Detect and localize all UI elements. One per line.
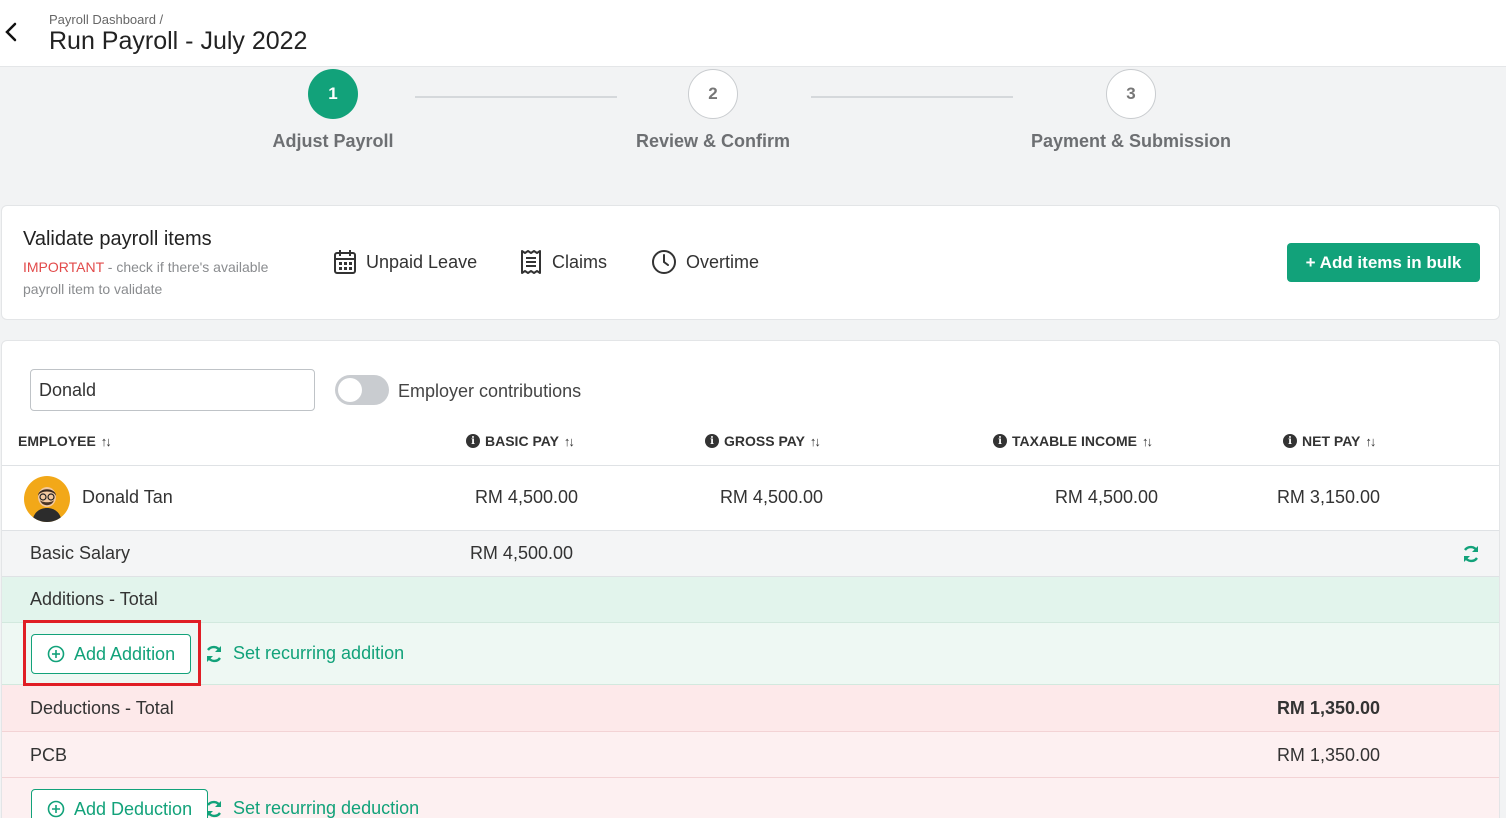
validate-card: Validate payroll items IMPORTANT - check… <box>1 205 1500 320</box>
set-recurring-addition-label: Set recurring addition <box>233 643 405 663</box>
breadcrumb[interactable]: Payroll Dashboard / <box>49 12 163 27</box>
column-employee[interactable]: EMPLOYEE ↑↓ <box>18 433 112 449</box>
receipt-icon <box>521 250 541 274</box>
net-pay-value: RM 3,150.00 <box>1276 487 1380 507</box>
deductions-actions-row: Add Deduction Set recurring deduction <box>2 778 1499 818</box>
taxable-income-value: RM 4,500.00 <box>1054 487 1158 507</box>
column-gross-pay[interactable]: i GROSS PAY ↑↓ <box>705 433 821 449</box>
add-items-bulk-button[interactable]: + Add items in bulk <box>1287 243 1480 282</box>
gross-pay-value: RM 4,500.00 <box>719 487 823 507</box>
step-label: Payment & Submission <box>1030 131 1232 151</box>
deductions-total-row: Deductions - Total RM 1,350.00 <box>2 685 1499 732</box>
important-label: IMPORTANT <box>23 259 104 275</box>
step-number: 2 <box>688 69 738 119</box>
step-label: Review & Confirm <box>635 131 791 151</box>
validate-note: IMPORTANT - check if there's available p… <box>23 256 313 300</box>
sort-icon: ↑↓ <box>1365 433 1376 449</box>
overtime-link[interactable]: Overtime <box>651 249 759 275</box>
employee-search-input[interactable] <box>30 369 315 411</box>
deductions-total-value: RM 1,350.00 <box>1276 698 1380 718</box>
back-arrow-icon[interactable] <box>2 20 22 44</box>
info-icon: i <box>993 434 1007 448</box>
employer-contributions-label: Employer contributions <box>398 381 582 401</box>
calendar-icon <box>334 250 356 274</box>
add-deduction-button[interactable]: Add Deduction <box>31 789 209 818</box>
employee-row[interactable]: Donald Tan RM 4,500.00 RM 4,500.00 RM 4,… <box>2 465 1499 531</box>
validate-title: Validate payroll items <box>23 228 212 250</box>
basic-salary-label: Basic Salary <box>30 543 131 563</box>
column-label: BASIC PAY <box>485 433 559 449</box>
step-payment-submission[interactable]: 3 Payment & Submission <box>981 69 1281 152</box>
basic-salary-row: Basic Salary RM 4,500.00 <box>2 531 1499 577</box>
set-recurring-deduction-label: Set recurring deduction <box>233 798 420 818</box>
unpaid-leave-label: Unpaid Leave <box>366 251 478 272</box>
step-number: 1 <box>308 69 358 119</box>
pcb-value: RM 1,350.00 <box>1276 745 1380 765</box>
additions-actions-row: Add Addition Set recurring addition <box>2 623 1499 685</box>
refresh-icon <box>206 645 222 662</box>
toggle-knob <box>338 378 362 402</box>
column-label: EMPLOYEE <box>18 433 96 449</box>
claims-link[interactable]: Claims <box>519 249 607 275</box>
additions-label: Additions - Total <box>30 589 158 609</box>
sort-icon: ↑↓ <box>563 433 575 449</box>
sort-icon: ↑↓ <box>100 433 112 449</box>
info-icon: i <box>1283 434 1297 448</box>
step-label: Adjust Payroll <box>272 131 394 151</box>
column-basic-pay[interactable]: i BASIC PAY ↑↓ <box>466 433 575 449</box>
basic-salary-value: RM 4,500.00 <box>469 543 573 563</box>
employee-name: Donald Tan <box>82 487 173 507</box>
deductions-label: Deductions - Total <box>30 698 174 718</box>
pcb-row: PCB RM 1,350.00 <box>2 732 1499 778</box>
pcb-label: PCB <box>30 745 68 765</box>
highlight-box <box>23 620 201 686</box>
employer-contributions-toggle[interactable] <box>335 375 389 405</box>
claims-label: Claims <box>552 251 608 272</box>
step-adjust-payroll[interactable]: 1 Adjust Payroll <box>183 69 483 152</box>
payroll-table-card: Employer contributions EMPLOYEE↑↓ iBASIC… <box>1 340 1500 818</box>
column-label: TAXABLE INCOME <box>1012 433 1137 449</box>
unpaid-leave-link[interactable]: Unpaid Leave <box>333 249 477 275</box>
sort-icon: ↑↓ <box>1141 433 1153 449</box>
avatar <box>24 476 70 522</box>
overtime-label: Overtime <box>686 251 760 272</box>
page-title: Run Payroll - July 2022 <box>49 27 308 55</box>
add-deduction-label: Add Deduction <box>74 798 193 818</box>
basic-pay-value: RM 4,500.00 <box>474 487 578 507</box>
refresh-icon <box>206 800 222 817</box>
sort-icon: ↑↓ <box>809 433 821 449</box>
column-label: GROSS PAY <box>724 433 805 449</box>
column-net-pay[interactable]: i NET PAY ↑↓ <box>1283 433 1376 449</box>
column-label: NET PAY <box>1302 433 1361 449</box>
step-number: 3 <box>1106 69 1156 119</box>
additions-total-row: Additions - Total <box>2 577 1499 623</box>
plus-circle-icon <box>47 800 65 818</box>
top-bar: Payroll Dashboard / Run Payroll - July 2… <box>0 0 1506 67</box>
set-recurring-deduction-link[interactable]: Set recurring deduction <box>204 798 419 818</box>
info-icon: i <box>705 434 719 448</box>
refresh-icon[interactable] <box>1461 544 1481 569</box>
set-recurring-addition-link[interactable]: Set recurring addition <box>204 643 404 664</box>
info-icon: i <box>466 434 480 448</box>
step-review-confirm[interactable]: 2 Review & Confirm <box>563 69 863 152</box>
column-taxable-income[interactable]: i TAXABLE INCOME ↑↓ <box>993 433 1153 449</box>
clock-icon <box>652 250 676 274</box>
